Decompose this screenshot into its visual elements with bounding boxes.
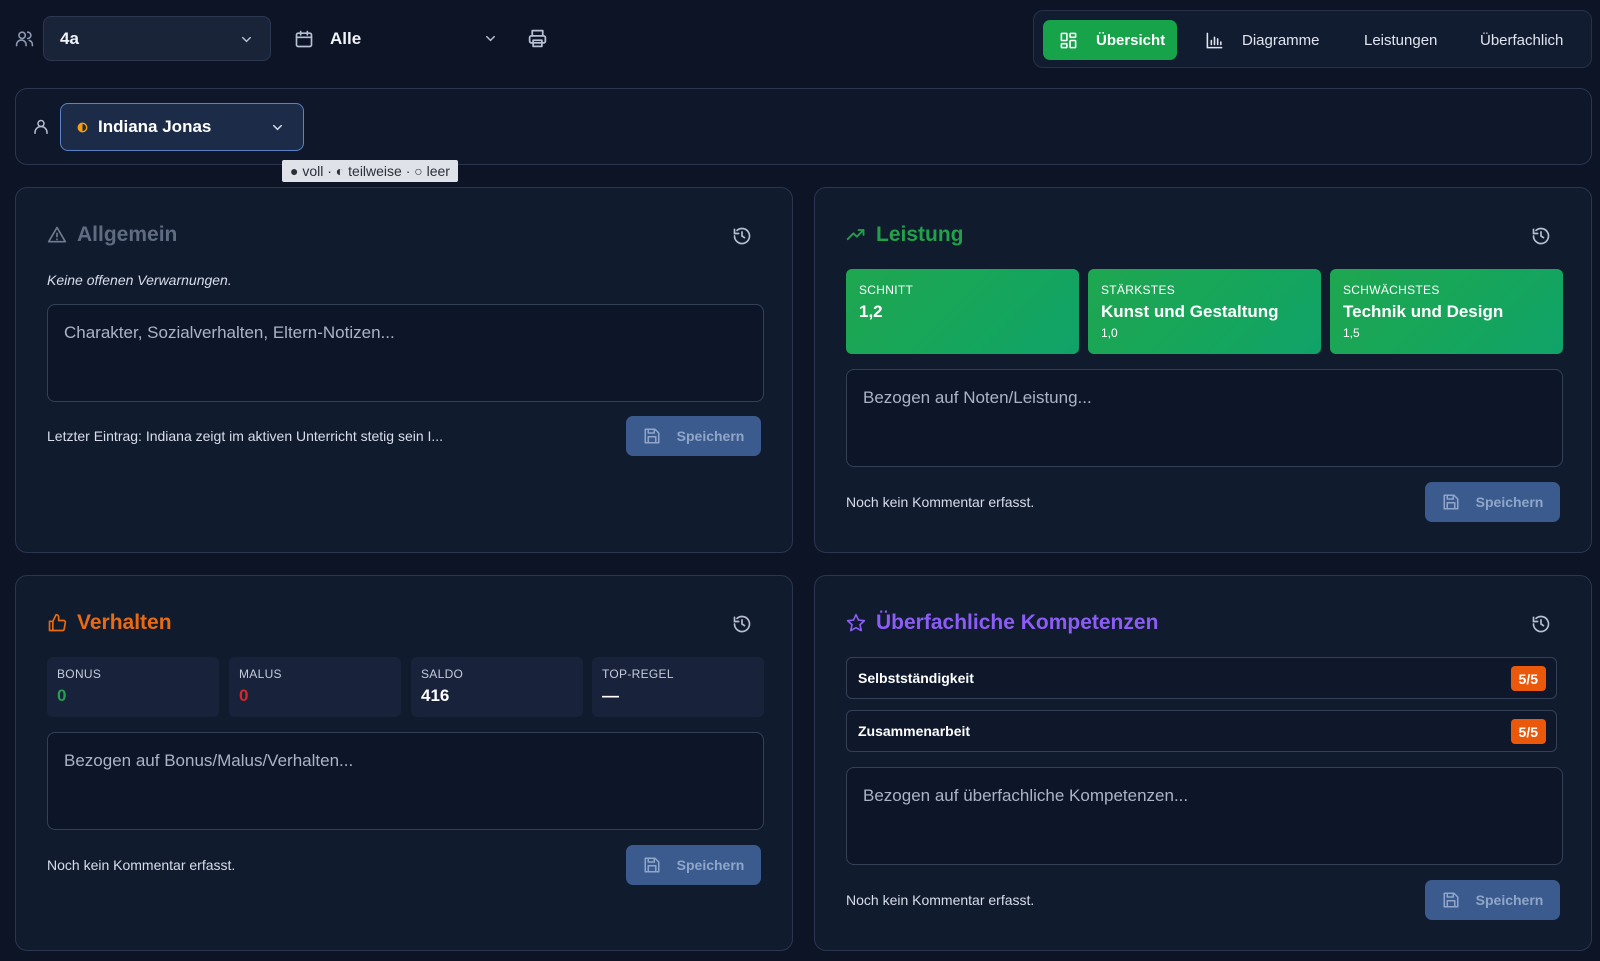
save-button[interactable]: Speichern [1425,482,1560,522]
stat-value: 0 [239,686,249,705]
warnings-note: Keine offenen Verwarnungen. [47,272,232,288]
period-select[interactable]: Alle [290,16,508,61]
save-icon [643,427,661,445]
tab-charts-label: Diagramme [1242,31,1320,49]
stat-balance: SALDO 416 [411,657,583,717]
stat-top-rule: TOP-REGEL — [592,657,764,717]
status-legend-text: ● voll · ◐ teilweise · ○ leer [290,163,450,179]
view-tabs: Übersicht Diagramme Leistungen Überfachl… [1033,10,1592,68]
card-performance: Leistung SCHNITT 1,2 STÄRKSTES Kunst und… [814,187,1592,553]
chevron-down-icon [270,120,285,135]
stat-tile-strongest: STÄRKSTES Kunst und Gestaltung 1,0 [1088,269,1321,354]
card-behavior-title-text: Verhalten [77,611,172,634]
comment-status: Noch kein Kommentar erfasst. [47,857,236,873]
stat-malus: MALUS 0 [229,657,401,717]
save-button[interactable]: Speichern [626,845,761,885]
stat-tile-value: Kunst und Gestaltung [1101,302,1279,321]
competency-row[interactable]: Zusammenarbeit 5/5 [846,710,1557,752]
stat-label: TOP-REGEL [602,667,674,681]
thumbs-up-icon [47,613,67,633]
stat-tile-label: SCHNITT [859,283,914,297]
stat-value: 0 [57,686,67,705]
print-icon[interactable] [527,28,548,49]
history-icon[interactable] [1531,614,1551,634]
competency-score-badge: 5/5 [1510,666,1546,691]
competency-row[interactable]: Selbstständigkeit 5/5 [846,657,1557,699]
tab-interdisciplinary[interactable]: Überfachlich [1480,20,1563,60]
trending-up-icon [846,225,866,245]
users-icon [15,29,34,48]
competencies-comment-input[interactable]: Bezogen auf überfachliche Kompetenzen... [846,767,1563,865]
grid-icon [1059,31,1078,50]
save-button-label: Speichern [1475,892,1544,908]
period-select-value: Alle [330,28,362,48]
card-behavior-title: Verhalten [47,611,172,635]
tab-overview-label: Übersicht [1096,31,1166,49]
stat-label: SALDO [421,667,464,681]
stat-tile-value: Technik und Design [1343,302,1504,321]
status-legend-tooltip: ● voll · ◐ teilweise · ○ leer [282,160,458,182]
save-icon [1442,891,1460,909]
tab-grades-label: Leistungen [1364,31,1438,49]
warning-icon [47,225,67,245]
save-button-label: Speichern [676,857,745,873]
card-performance-title: Leistung [846,223,964,247]
card-competencies-title-text: Überfachliche Kompetenzen [876,611,1159,634]
card-general-title: Allgemein [47,223,177,247]
stat-tile-grade: 1,5 [1343,326,1360,340]
save-button-label: Speichern [1475,494,1544,510]
stat-tile-label: SCHWÄCHSTES [1343,283,1440,297]
calendar-icon [294,29,314,49]
bar-chart-icon [1205,31,1224,50]
student-select[interactable]: Indiana Jonas [60,103,304,151]
save-icon [1442,493,1460,511]
half-circle-icon [77,122,88,133]
comment-status: Noch kein Kommentar erfasst. [846,494,1035,510]
chevron-down-icon [483,31,498,46]
general-comment-input[interactable]: Charakter, Sozialverhalten, Eltern-Notiz… [47,304,764,402]
performance-comment-input[interactable]: Bezogen auf Noten/Leistung... [846,369,1563,467]
history-icon[interactable] [732,614,752,634]
competency-score-badge: 5/5 [1510,719,1546,744]
save-button-label: Speichern [676,428,745,444]
tab-grades[interactable]: Leistungen [1364,20,1437,60]
card-performance-title-text: Leistung [876,223,964,246]
tab-charts[interactable]: Diagramme [1205,20,1320,60]
chevron-down-icon [239,32,254,47]
student-name: Indiana Jonas [98,117,212,136]
stat-tile-label: STÄRKSTES [1101,283,1176,297]
last-entry-text: Letzter Eintrag: Indiana zeigt im aktive… [47,428,444,444]
behavior-comment-input[interactable]: Bezogen auf Bonus/Malus/Verhalten... [47,732,764,830]
class-select-value: 4a [60,28,79,48]
comment-status: Noch kein Kommentar erfasst. [846,892,1035,908]
save-icon [643,856,661,874]
card-behavior: Verhalten BONUS 0 MALUS 0 SALDO 416 TOP-… [15,575,793,951]
card-competencies: Überfachliche Kompetenzen Selbstständigk… [814,575,1592,951]
stat-tile-average: SCHNITT 1,2 [846,269,1079,354]
history-icon[interactable] [732,226,752,246]
stat-label: BONUS [57,667,102,681]
stat-tile-weakest: SCHWÄCHSTES Technik und Design 1,5 [1330,269,1563,354]
tab-overview[interactable]: Übersicht [1043,20,1177,60]
save-button[interactable]: Speichern [626,416,761,456]
stat-bonus: BONUS 0 [47,657,219,717]
stat-label: MALUS [239,667,282,681]
save-button[interactable]: Speichern [1425,880,1560,920]
stat-value: — [602,686,619,705]
stat-tile-value: 1,2 [859,302,883,321]
class-select[interactable]: 4a [43,16,271,61]
stat-tile-grade: 1,0 [1101,326,1118,340]
competency-name: Selbstständigkeit [858,670,974,686]
card-general: Allgemein Keine offenen Verwarnungen. Ch… [15,187,793,553]
stat-value: 416 [421,686,450,705]
card-competencies-title: Überfachliche Kompetenzen [846,611,1158,635]
history-icon[interactable] [1531,226,1551,246]
star-icon [846,613,866,633]
card-general-title-text: Allgemein [77,223,178,246]
user-icon [32,117,50,136]
competency-name: Zusammenarbeit [858,723,971,739]
tab-interdisciplinary-label: Überfachlich [1480,31,1564,49]
